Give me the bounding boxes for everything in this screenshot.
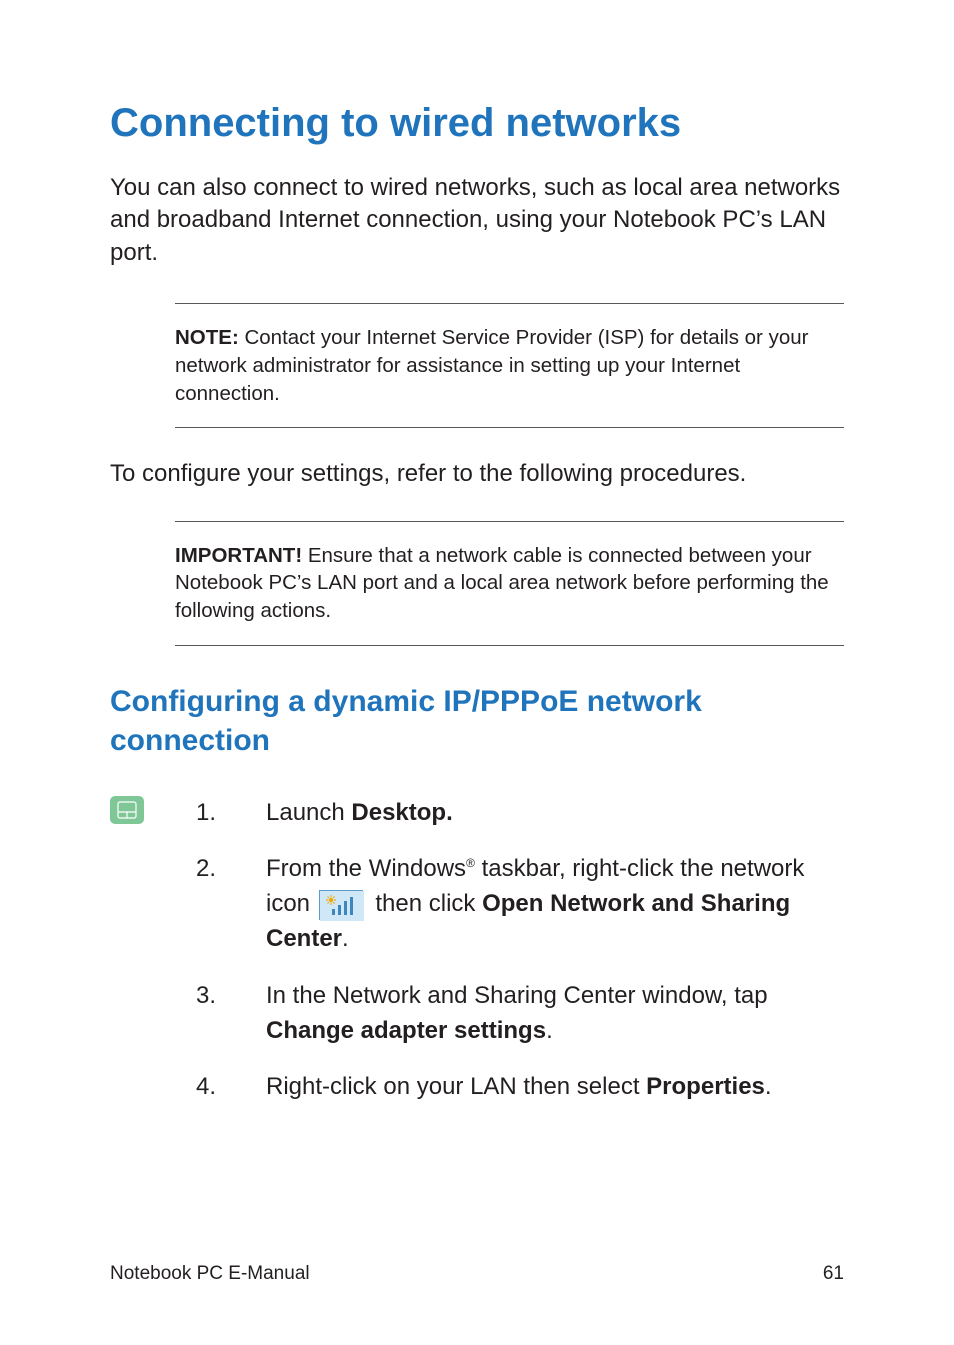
text-fragment: In the Network and Sharing Center window… — [266, 982, 768, 1009]
text-fragment: then click — [369, 890, 482, 917]
step-text: Launch Desktop. — [266, 796, 844, 831]
configure-line: To configure your settings, refer to the… — [110, 458, 844, 490]
note-body: Contact your Internet Service Provider (… — [175, 326, 808, 404]
important-callout: IMPORTANT! Ensure that a network cable i… — [175, 521, 844, 646]
intro-paragraph: You can also connect to wired networks, … — [110, 172, 844, 269]
step-3: 3. In the Network and Sharing Center win… — [196, 979, 844, 1049]
text-fragment: From the Windows — [266, 855, 466, 882]
step-text: From the Windows® taskbar, right-click t… — [266, 852, 844, 956]
important-label: IMPORTANT! — [175, 544, 302, 567]
text-fragment: . — [342, 925, 349, 952]
text-fragment: Right-click on your LAN then select — [266, 1073, 646, 1100]
step-number: 4. — [196, 1070, 266, 1105]
section-heading: Configuring a dynamic IP/PPPoE network c… — [110, 682, 844, 760]
page-title: Connecting to wired networks — [110, 100, 844, 146]
step-number: 3. — [196, 979, 266, 1049]
step-2: 2. From the Windows® taskbar, right-clic… — [196, 852, 844, 956]
manual-page: Connecting to wired networks You can als… — [0, 0, 954, 1345]
step-text: In the Network and Sharing Center window… — [266, 979, 844, 1049]
step-4: 4. Right-click on your LAN then select P… — [196, 1070, 844, 1105]
text-bold: Desktop. — [351, 799, 452, 826]
page-number: 61 — [823, 1263, 844, 1285]
text-bold: Change adapter settings — [266, 1017, 546, 1044]
step-text: Right-click on your LAN then select Prop… — [266, 1070, 844, 1105]
registered-mark: ® — [466, 856, 475, 870]
text-fragment: . — [765, 1073, 772, 1100]
step-number: 2. — [196, 852, 266, 956]
steps-area: 1. Launch Desktop. 2. From the Windows® … — [110, 796, 844, 1128]
note-label: NOTE: — [175, 326, 239, 349]
text-fragment: . — [546, 1017, 553, 1044]
steps-list: 1. Launch Desktop. 2. From the Windows® … — [196, 796, 844, 1128]
note-callout: NOTE: Contact your Internet Service Prov… — [175, 303, 844, 428]
page-footer: Notebook PC E-Manual 61 — [110, 1263, 844, 1285]
step-number: 1. — [196, 796, 266, 831]
footer-title: Notebook PC E-Manual — [110, 1263, 310, 1285]
text-fragment: Launch — [266, 799, 351, 826]
text-bold: Properties — [646, 1073, 765, 1100]
step-1: 1. Launch Desktop. — [196, 796, 844, 831]
touchpad-icon — [110, 796, 144, 824]
network-tray-icon — [319, 890, 363, 920]
